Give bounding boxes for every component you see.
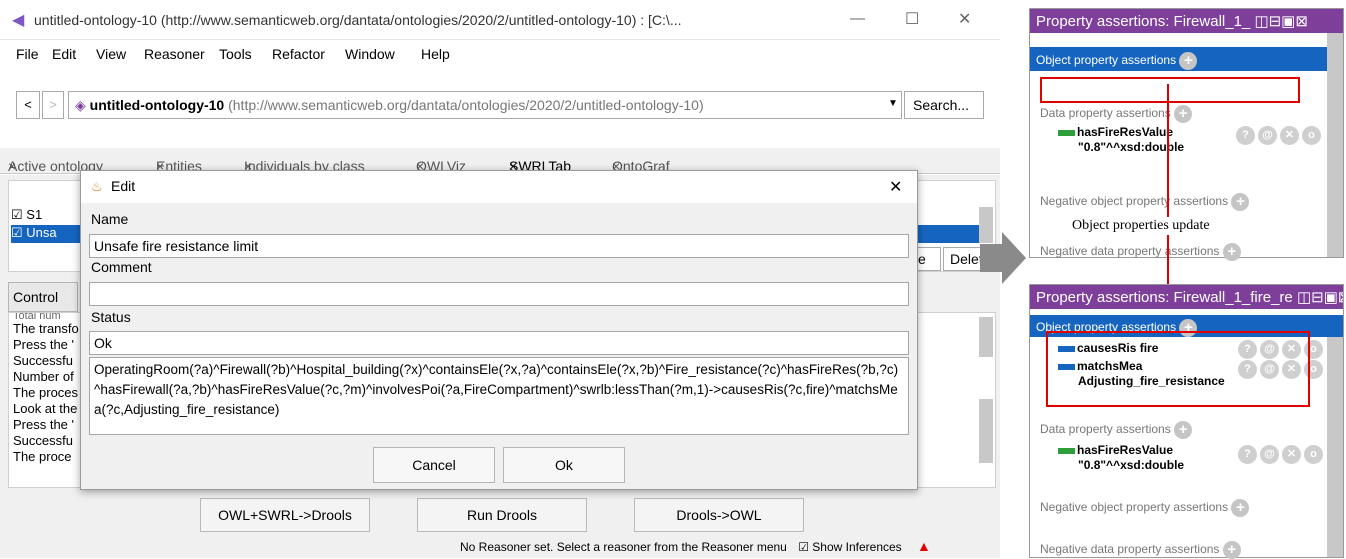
delete-icon[interactable]: ✕ <box>1280 126 1299 145</box>
menu-refactor[interactable]: Refactor <box>272 46 325 62</box>
annotate-icon[interactable]: @ <box>1258 126 1277 145</box>
data-property-item[interactable]: hasFireResValue "0.8"^^xsd:double <box>1058 443 1184 473</box>
chevron-down-icon[interactable]: ▼ <box>888 98 898 109</box>
ontology-icon: ◈ <box>75 97 86 113</box>
object-property-header: Object property assertions + <box>1030 47 1343 71</box>
ok-button[interactable]: Ok <box>503 447 625 483</box>
scrollbar[interactable] <box>1327 33 1343 257</box>
tab-close-icon[interactable]: × <box>8 158 16 174</box>
item-actions: ? @ ✕ o <box>1238 445 1323 464</box>
negative-object-property-section: Negative object property assertions + <box>1040 193 1250 211</box>
item-actions: ? @ ✕ o <box>1236 126 1321 145</box>
show-inferences-label: Show Inferences <box>812 540 902 554</box>
add-icon[interactable]: + <box>1174 421 1193 439</box>
dialog-title-bar: ♨ Edit ✕ <box>81 171 917 203</box>
window-title: untitled-ontology-10 (http://www.semanti… <box>34 12 682 28</box>
edit-rule-dialog: ♨ Edit ✕ Name Unsafe fire resistance lim… <box>80 170 918 490</box>
cancel-button[interactable]: Cancel <box>373 447 495 483</box>
close-icon[interactable]: ✕ <box>889 177 902 197</box>
data-property-icon <box>1058 447 1075 454</box>
delete-icon[interactable]: ✕ <box>1282 445 1301 464</box>
tab-control[interactable]: Control <box>8 282 78 312</box>
highlight-box <box>1040 77 1300 103</box>
search-button[interactable]: Search... <box>904 91 984 119</box>
edit-icon[interactable]: o <box>1302 126 1321 145</box>
data-property-icon <box>1058 129 1075 136</box>
protege-app-icon: ◀ <box>12 12 25 29</box>
panel-title: Property assertions: Firewall_1_fire_re … <box>1030 285 1343 309</box>
panel-view-icons[interactable]: ◫⊟▣⊠ <box>1254 13 1307 30</box>
negative-data-property-section: Negative data property assertions + <box>1040 243 1241 261</box>
warning-icon: ▲ <box>917 538 931 554</box>
annotate-icon[interactable]: @ <box>1260 445 1279 464</box>
help-icon[interactable]: ? <box>1236 126 1255 145</box>
panel-view-icons[interactable]: ◫⊟▣⊠ <box>1297 289 1343 306</box>
help-icon[interactable]: ? <box>1238 445 1257 464</box>
scrollbar[interactable] <box>979 317 993 357</box>
rule-text-area[interactable]: OperatingRoom(?a)^Firewall(?b)^Hospital_… <box>89 357 909 435</box>
menu-bar: File Edit View Reasoner Tools Refactor W… <box>0 41 1000 67</box>
checkbox-checked-icon[interactable]: ☑ <box>11 207 23 222</box>
ontology-name: untitled-ontology-10 <box>89 97 225 113</box>
add-icon[interactable]: + <box>1222 541 1241 559</box>
name-label: Name <box>91 211 129 227</box>
annotation-label: Object properties update <box>1068 217 1214 235</box>
negative-data-property-section: Negative data property assertions + <box>1040 541 1241 559</box>
transition-arrow-icon <box>980 232 1026 284</box>
menu-help[interactable]: Help <box>421 46 450 62</box>
maximize-button[interactable]: ☐ <box>905 9 919 29</box>
back-button[interactable]: < <box>16 91 40 119</box>
menu-window[interactable]: Window <box>345 46 395 62</box>
add-icon[interactable]: + <box>1174 105 1193 123</box>
title-bar: ◀ untitled-ontology-10 (http://www.seman… <box>0 0 1000 40</box>
minimize-button[interactable]: — <box>850 10 865 27</box>
name-field[interactable]: Unsafe fire resistance limit <box>89 234 909 258</box>
add-icon[interactable]: + <box>1222 243 1241 261</box>
java-icon: ♨ <box>91 179 103 194</box>
run-drools-button[interactable]: Run Drools <box>417 498 587 532</box>
status-bar: No Reasoner set. Select a reasoner from … <box>460 538 1000 558</box>
data-property-section: Data property assertions + <box>1040 421 1193 439</box>
checkbox-checked-icon[interactable]: ☑ <box>798 540 809 554</box>
checkbox-checked-icon[interactable]: ☑ <box>11 225 23 240</box>
address-bar: < > ◈ untitled-ontology-10 (http://www.s… <box>16 88 984 122</box>
ontology-iri: (http://www.semanticweb.org/dantata/onto… <box>228 97 704 113</box>
data-property-section: Data property assertions + <box>1040 105 1193 123</box>
menu-reasoner[interactable]: Reasoner <box>144 46 205 62</box>
add-icon[interactable]: + <box>1231 499 1250 517</box>
data-property-item[interactable]: hasFireResValue "0.8"^^xsd:double <box>1058 125 1184 155</box>
menu-view[interactable]: View <box>96 46 126 62</box>
menu-file[interactable]: File <box>16 46 39 62</box>
add-icon[interactable]: + <box>1179 52 1198 70</box>
scrollbar-thumb[interactable] <box>979 399 993 463</box>
panel-title: Property assertions: Firewall_1_ ◫⊟▣⊠ <box>1030 9 1343 33</box>
scrollbar[interactable] <box>1327 337 1343 557</box>
forward-button[interactable]: > <box>42 91 64 119</box>
edit-icon[interactable]: o <box>1304 445 1323 464</box>
negative-object-property-section: Negative object property assertions + <box>1040 499 1250 517</box>
comment-field[interactable] <box>89 282 909 306</box>
status-field[interactable]: Ok <box>89 331 909 355</box>
dialog-title: Edit <box>111 178 136 194</box>
highlight-box <box>1046 331 1310 407</box>
status-label: Status <box>91 309 131 325</box>
add-icon[interactable]: + <box>1231 193 1250 211</box>
drools-to-owl-button[interactable]: Drools->OWL <box>634 498 804 532</box>
ontology-selector[interactable]: ◈ untitled-ontology-10 (http://www.seman… <box>68 91 902 119</box>
owl-swrl-to-drools-button[interactable]: OWL+SWRL->Drools <box>200 498 370 532</box>
property-assertions-panel-after: Property assertions: Firewall_1_fire_re … <box>1029 284 1344 559</box>
reasoner-status: No Reasoner set. Select a reasoner from … <box>460 540 787 554</box>
menu-edit[interactable]: Edit <box>52 46 76 62</box>
comment-label: Comment <box>91 259 152 275</box>
close-button[interactable]: ✕ <box>958 9 971 29</box>
menu-tools[interactable]: Tools <box>219 46 252 62</box>
